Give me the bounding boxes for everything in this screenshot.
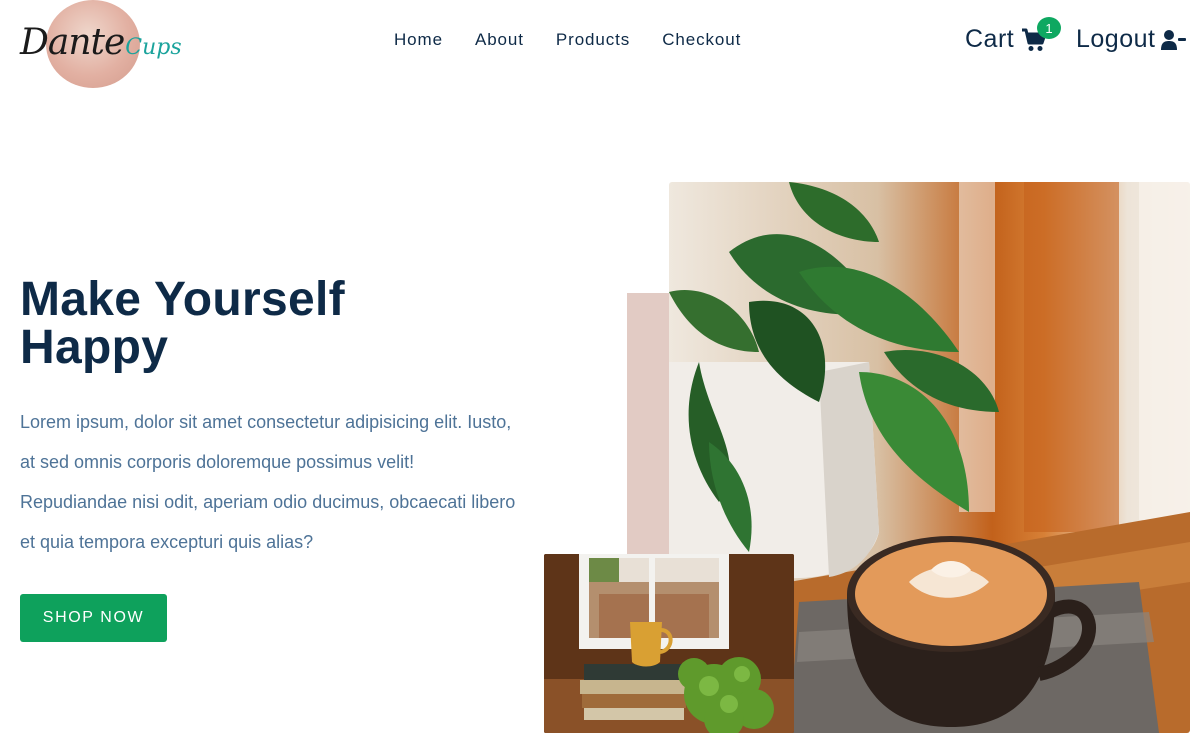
hero-description: Lorem ipsum, dolor sit amet consectetur … (20, 412, 516, 552)
nav-about[interactable]: About (475, 30, 524, 50)
main-nav: Home About Products Checkout (394, 30, 741, 50)
hero-title: Make Yourself Happy (20, 273, 345, 374)
decorative-blush-block (627, 293, 672, 555)
logo-text-dante: Dante (20, 22, 125, 63)
nav-products[interactable]: Products (556, 30, 630, 50)
brand-logo[interactable]: DanteCups (20, 0, 182, 88)
nav-checkout[interactable]: Checkout (662, 30, 741, 50)
nav-home[interactable]: Home (394, 30, 443, 50)
logout-label: Logout (1076, 25, 1156, 53)
cart-link[interactable]: Cart (965, 25, 1047, 54)
logout-link[interactable]: Logout (1076, 25, 1187, 54)
logo-text-cups: Cups (125, 35, 182, 60)
window-mug-books-photo (544, 554, 794, 733)
shop-now-button[interactable]: SHOP NOW (20, 594, 167, 642)
logo-text: DanteCups (20, 22, 182, 63)
cart-count-badge: 1 (1037, 17, 1061, 39)
cart-label: Cart (965, 25, 1015, 53)
user-minus-icon (1161, 29, 1187, 50)
